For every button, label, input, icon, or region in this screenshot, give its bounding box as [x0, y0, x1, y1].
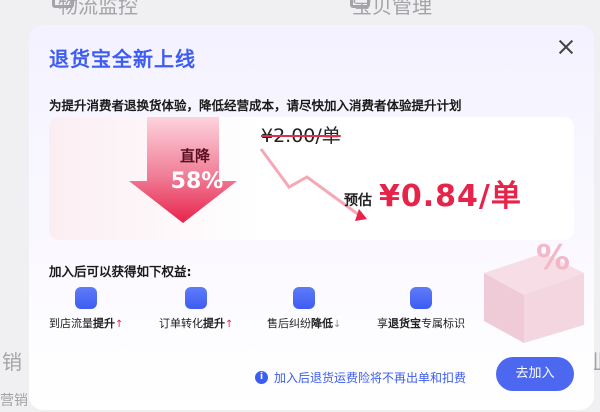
bg-menu-logistics: 物流监控	[58, 0, 138, 18]
info-icon: i	[255, 371, 268, 384]
benefit-text: 到店流量	[49, 317, 93, 330]
returns-promo-modal: 退货宝全新上线 为提升消费者退换货体验，降低经营成本，请尽快加入消费者体验提升计…	[29, 25, 594, 410]
chart-up-icon	[75, 287, 98, 309]
bg-left-label-2: 营销	[0, 393, 28, 409]
benefit-strong: 退货宝	[388, 317, 421, 330]
drop-percent: 58%	[170, 169, 224, 194]
price-compare-card: 直降 58% ¥2.00/单 预估 ¥0.84/单	[49, 117, 574, 240]
benefit-text: 订单转化	[159, 317, 203, 330]
benefit-text: 售后纠纷	[267, 317, 311, 330]
trend-up-icon: ↑	[115, 319, 124, 330]
benefit-traffic: 到店流量提升↑	[49, 287, 123, 331]
join-button[interactable]: 去加入	[496, 357, 574, 391]
benefit-badge: 享退货宝专属标识	[377, 287, 465, 331]
benefit-text: 享	[377, 317, 388, 330]
new-price: ¥0.84/单	[379, 179, 522, 214]
new-price-prefix: 预估	[344, 193, 372, 209]
svg-text:%: %	[536, 238, 570, 278]
bg-menu-products: 宝贝管理	[352, 0, 432, 18]
benefits-title: 加入后可以获得如下权益:	[49, 264, 192, 279]
bg-left-label: 销	[2, 350, 22, 374]
benefit-conversion: 订单转化提升↑	[159, 287, 233, 331]
benefit-suffix: 专属标识	[421, 317, 465, 330]
benefit-strong: 提升	[203, 317, 225, 330]
trend-down-icon: ↓	[333, 319, 342, 330]
bottom-note-text: 加入后退货运费险将不再出单和扣费	[274, 371, 467, 385]
modal-subtitle: 为提升消费者退换货体验，降低经营成本，请尽快加入消费者体验提升计划	[49, 98, 462, 113]
benefit-strong: 降低	[311, 317, 333, 330]
convert-icon	[185, 287, 208, 309]
price-trend-line	[259, 148, 367, 221]
chart-down-icon	[293, 287, 316, 309]
bottom-note: i 加入后退货运费险将不再出单和扣费	[255, 369, 466, 386]
badge-icon	[410, 287, 432, 309]
trend-up-icon: ↑	[225, 319, 234, 330]
benefit-strong: 提升	[93, 317, 115, 330]
old-price: ¥2.00/单	[261, 125, 341, 147]
drop-label: 直降	[179, 147, 210, 165]
modal-title: 退货宝全新上线	[49, 47, 196, 71]
benefit-disputes: 售后纠纷降低↓	[267, 287, 341, 331]
coupon-box-illustration: %	[484, 238, 584, 343]
close-icon[interactable]	[556, 37, 576, 57]
